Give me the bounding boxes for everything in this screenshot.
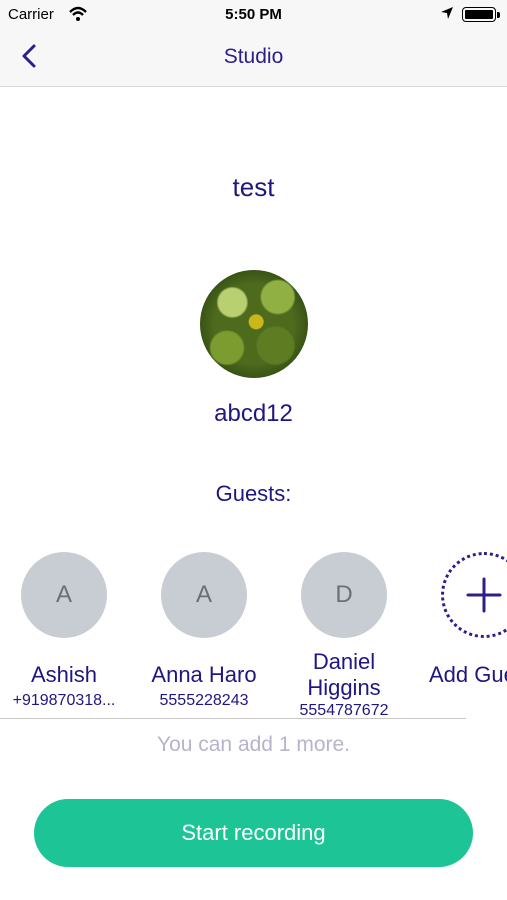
guests-heading: Guests: — [215, 481, 292, 506]
guest-avatar: A — [21, 552, 107, 638]
battery-tip — [497, 12, 500, 18]
navigation-bar: Studio — [0, 30, 507, 87]
guest-avatar: A — [161, 552, 247, 638]
remaining-guests-text: You can add 1 more. — [156, 733, 351, 756]
guest-name: Anna Haro — [151, 662, 257, 687]
location-arrow-icon — [441, 7, 453, 19]
host-avatar — [200, 270, 308, 378]
page-title: Studio — [223, 45, 284, 68]
guest-item[interactable]: D Daniel Higgins 5554787672 — [269, 552, 419, 720]
battery-icon — [462, 7, 496, 22]
add-guest-circle[interactable] — [441, 552, 507, 638]
add-guest-label: Add Guest — [429, 662, 507, 687]
guest-name: Ashish — [30, 662, 98, 687]
guests-divider — [0, 718, 466, 719]
host-name: abcd12 — [214, 400, 293, 427]
plus-icon — [466, 577, 502, 613]
studio-name: test — [232, 172, 275, 202]
start-recording-button[interactable]: Start recording — [34, 799, 473, 867]
guest-name: Daniel Higgins — [307, 649, 381, 700]
add-guest-button[interactable]: Add Guest — [409, 552, 507, 688]
guest-phone: +919870318... — [12, 692, 116, 709]
guest-item[interactable]: A Anna Haro 5555228243 — [129, 552, 279, 710]
guest-phone: 5555228243 — [159, 692, 249, 709]
guest-avatar: D — [301, 552, 387, 638]
clock: 5:50 PM — [225, 6, 282, 23]
status-bar: Carrier 5:50 PM — [0, 0, 507, 30]
guest-item[interactable]: A Ashish +919870318... — [0, 552, 139, 710]
